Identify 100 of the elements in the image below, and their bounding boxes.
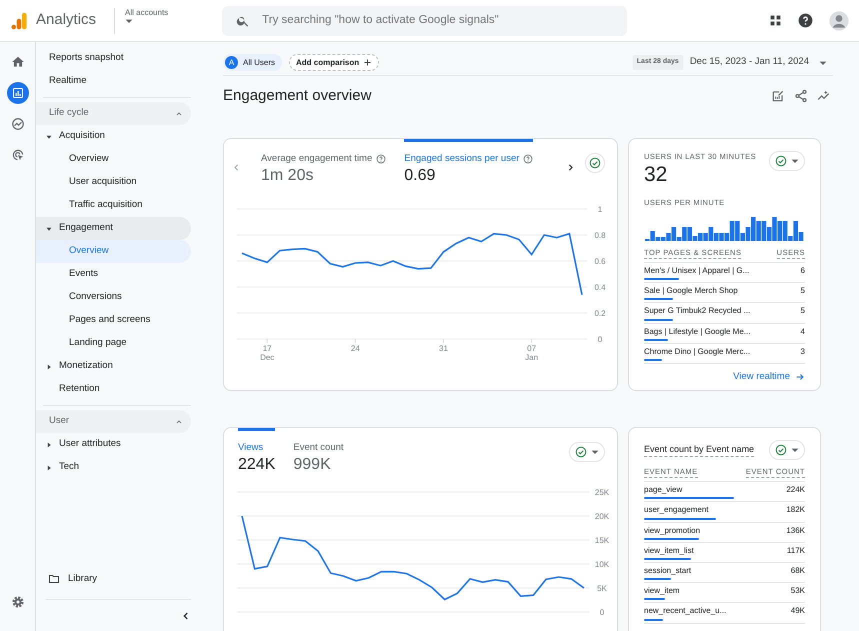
table-cell: 117K: [786, 546, 805, 555]
compare-dropdown-button[interactable]: [769, 151, 805, 171]
caret-down-icon: [46, 134, 52, 140]
product-name: Analytics: [36, 10, 96, 30]
caret-icon: [125, 17, 134, 26]
bar-chart-icon: [12, 87, 24, 99]
nav-group-item[interactable]: User attributes: [36, 433, 191, 456]
plus-icon: [363, 58, 372, 67]
caret-icon: [791, 446, 799, 454]
nav-group-item[interactable]: Tech: [36, 456, 191, 479]
table-cell: 5: [800, 286, 805, 296]
previous-button[interactable]: [232, 163, 241, 172]
caret-icon: [819, 58, 827, 66]
nav-item[interactable]: Reports snapshot: [36, 47, 191, 70]
avatar-silhouette-icon: [829, 10, 849, 30]
target-cursor-icon: [10, 148, 24, 162]
caret-right-icon: [46, 364, 52, 370]
table-cell: 6: [800, 266, 805, 276]
account-picker[interactable]: All accounts: [114, 8, 174, 34]
nav-group-item[interactable]: Monetization: [36, 355, 191, 378]
axis-tick-label: 0.2: [594, 309, 606, 318]
nav-item[interactable]: Traffic acquisition: [36, 194, 191, 217]
nav-section-header[interactable]: Life cycle: [36, 102, 191, 125]
add-comparison-button[interactable]: Add comparison: [289, 54, 380, 71]
table-cell: Super G Timbuk2 Recycled ...: [644, 306, 750, 316]
rail-nav-button[interactable]: [6, 82, 28, 104]
table-cell: Men's / Unisex | Apparel | G...: [644, 266, 750, 276]
share-icon: [794, 89, 808, 103]
date-range-picker[interactable]: Dec 15, 2023 - Jan 11, 2024: [690, 55, 833, 70]
axis-tick-label: 5K: [597, 584, 607, 594]
check-circle-icon: [775, 155, 787, 167]
metric-value: 32: [644, 162, 668, 188]
page-title: Engagement overview: [223, 87, 372, 105]
check-circle-icon: [775, 444, 787, 456]
caret-right-icon: [46, 442, 52, 448]
avatar-button[interactable]: [829, 10, 849, 30]
table-cell: Bags | Lifestyle | Google Me...: [644, 326, 750, 336]
nav-item[interactable]: Realtime: [36, 70, 191, 93]
library-item[interactable]: Library: [36, 567, 205, 591]
table-cell: view_item_list: [644, 546, 694, 555]
table-cell: 136K: [786, 526, 805, 535]
help-icon: [523, 154, 534, 164]
metric-tab[interactable]: Views 224K: [238, 428, 276, 476]
caret-icon: [791, 157, 799, 165]
trend-circle-icon: [10, 117, 24, 131]
nav-item[interactable]: Landing page: [36, 332, 191, 355]
compare-dropdown-button[interactable]: [569, 442, 605, 462]
table-cell: view_promotion: [644, 526, 700, 535]
axis-tick-label: 0.6: [594, 257, 606, 266]
table-cell: 5: [800, 306, 805, 316]
check-button[interactable]: [585, 153, 605, 173]
axis-tick-label: 07 Jan: [525, 344, 538, 360]
axis-tick-label: 0.4: [594, 283, 606, 292]
segment-chip[interactable]: A All Users: [223, 54, 282, 71]
nav-item[interactable]: Pages and screens: [36, 309, 191, 332]
nav-item[interactable]: Events: [36, 263, 191, 286]
settings-icon: [10, 595, 24, 609]
metric-tab[interactable]: Event count 999K: [293, 428, 344, 476]
caret-icon: [591, 448, 599, 456]
metric-tab[interactable]: Engaged sessions per user 0.69: [404, 139, 534, 188]
view-realtime-link[interactable]: View realtime: [733, 370, 805, 384]
nav-group-item[interactable]: Acquisition: [36, 125, 191, 148]
card-title[interactable]: Event count by Event name: [644, 442, 754, 458]
nav-item[interactable]: User acquisition: [36, 171, 191, 194]
axis-tick-label: 0: [598, 335, 602, 344]
next-button[interactable]: [566, 163, 575, 172]
analytics-logo-icon: [10, 12, 28, 30]
table-cell: view_item: [644, 586, 680, 596]
nav-group-item[interactable]: Engagement: [36, 217, 191, 240]
share-button[interactable]: [794, 89, 808, 103]
help-button[interactable]: [798, 13, 813, 28]
nav-item[interactable]: Retention: [36, 378, 191, 401]
nav-item[interactable]: Overview: [36, 148, 191, 171]
table-cell: new_recent_active_u...: [644, 606, 726, 616]
axis-tick-label: 24: [350, 344, 360, 354]
help-icon: [376, 154, 386, 164]
edit-chart-icon: [771, 89, 785, 103]
compare-dropdown-button[interactable]: [769, 440, 805, 460]
table-cell: Chrome Dino | Google Merc...: [644, 346, 750, 356]
nav-section-header[interactable]: User: [36, 410, 191, 433]
nav-item[interactable]: Conversions: [36, 286, 191, 309]
axis-tick-label: 1: [598, 205, 602, 214]
table-cell: session_start: [644, 566, 692, 576]
folder-icon: [48, 573, 60, 585]
chevron-up-icon: [175, 110, 183, 118]
table-cell: 53K: [790, 586, 805, 596]
table-cell: 68K: [790, 566, 805, 576]
axis-tick-label: 10K: [594, 560, 610, 570]
axis-tick-label: 17 Dec: [260, 344, 274, 360]
chevron-up-icon: [175, 418, 183, 426]
customize-button[interactable]: [771, 89, 785, 103]
metric-tab[interactable]: Average engagement time 1m 20s: [261, 139, 386, 188]
nav-item[interactable]: Overview: [36, 240, 191, 263]
search-field[interactable]: Try searching "how to activate Google signals": [222, 6, 628, 36]
caret-right-icon: [46, 464, 52, 470]
check-circle-icon: [575, 446, 587, 458]
help-icon: [798, 13, 813, 28]
apps-button[interactable]: [769, 14, 782, 27]
search-input[interactable]: Try searching "how to activate Google signals": [260, 10, 620, 30]
axis-tick-label: 31: [439, 344, 448, 354]
